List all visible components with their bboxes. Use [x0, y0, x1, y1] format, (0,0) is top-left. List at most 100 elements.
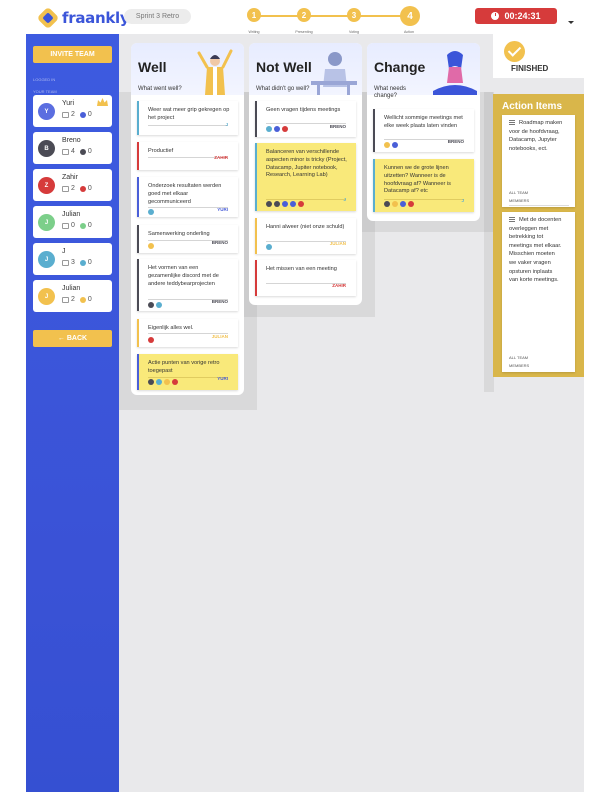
list-icon	[509, 217, 515, 222]
team-member-card[interactable]: Y Yuri 2 0	[33, 95, 112, 127]
vote-dot-icon	[392, 142, 398, 148]
vote-count: 0	[87, 296, 92, 303]
retro-card[interactable]: Het vormen van een gezamenlijke discord …	[137, 259, 238, 311]
timer-button[interactable]: 00:24:31	[475, 8, 557, 24]
vote-dots	[148, 302, 162, 308]
vote-dot-icon	[148, 243, 154, 249]
retro-card[interactable]: Productief ZAHIR	[137, 142, 238, 170]
note-count: 3	[71, 259, 75, 266]
retro-card[interactable]: Geen vragen tijdens meetings BRENO	[255, 101, 356, 137]
vote-dots	[148, 209, 154, 215]
vote-dot-icon	[290, 201, 296, 207]
action-item-assignees: ALL TEAM MEMBERS	[509, 355, 530, 368]
member-name: Julian	[62, 285, 81, 292]
card-author: YURI	[217, 207, 228, 212]
vote-dots	[148, 337, 154, 343]
avatar: Z	[38, 177, 55, 194]
stepper-line	[254, 15, 414, 17]
card-text: Eigenlijk alles wel.	[148, 325, 194, 331]
vote-dots	[266, 201, 304, 207]
team-member-card[interactable]: B Breno 4 0	[33, 132, 112, 164]
card-author: ZAHIR	[214, 155, 228, 160]
team-member-card[interactable]: J Julian 0 0	[33, 206, 112, 238]
action-item-card[interactable]: Met de docenten overleggen met betrekkin…	[502, 212, 575, 372]
meditating-person-illustration	[433, 51, 477, 95]
retro-card[interactable]: Actie punten van vorige retro toegepast …	[137, 354, 238, 390]
member-name: Yuri	[62, 100, 75, 107]
chevron-down-icon[interactable]	[568, 21, 574, 24]
vote-count: 0	[87, 259, 92, 266]
column-well: Well What went well? Weer wat meer grip …	[131, 43, 244, 395]
retro-card[interactable]: Samenwerking onderling BRENO	[137, 225, 238, 253]
action-item-card[interactable]: Roadmap maken voor de hoofdvraag, Dataca…	[502, 115, 575, 207]
vote-dot-icon	[266, 244, 272, 250]
card-author: YURI	[217, 376, 228, 381]
note-count: 4	[71, 148, 75, 155]
member-name: Julian	[62, 211, 81, 218]
column-subtitle: What didn't go well?	[256, 86, 310, 92]
back-button[interactable]: ← BACK	[33, 330, 112, 347]
step-voting[interactable]: 3 Voting	[345, 6, 363, 34]
card-author: J	[461, 198, 464, 203]
vote-count: 0	[87, 111, 92, 118]
vote-dot-icon	[266, 126, 272, 132]
card-text: Kunnen we de grote lijnen uitzetten? Wan…	[384, 165, 451, 195]
member-name: Zahir	[62, 174, 78, 181]
celebrating-person-illustration	[197, 49, 233, 95]
card-text: Onderzoek resultaten werden goed met elk…	[148, 183, 222, 205]
vote-dot-icon	[164, 379, 170, 385]
retro-card[interactable]: Balanceren van verschillende aspecten mi…	[255, 143, 356, 211]
app-logo[interactable]: fraankly	[36, 6, 130, 30]
vote-dot-icon	[148, 302, 154, 308]
card-divider	[384, 199, 464, 200]
team-member-card[interactable]: Z Zahir 2 0	[33, 169, 112, 201]
step-presenting[interactable]: 2 Presenting	[295, 6, 313, 34]
retro-card[interactable]: Weer wat meer grip gekregen op het proje…	[137, 101, 238, 135]
retro-card[interactable]: Het missen van een meeting ZAHIR	[255, 260, 356, 296]
vote-dot-icon	[79, 148, 86, 155]
vote-dot-icon	[282, 201, 288, 207]
invite-team-button[interactable]: INVITE TEAM	[33, 46, 112, 63]
vote-dots	[266, 126, 288, 132]
retro-card[interactable]: Kunnen we de grote lijnen uitzetten? Wan…	[373, 159, 474, 212]
card-author: ZAHIR	[332, 283, 346, 288]
vote-dot-icon	[79, 222, 86, 229]
column-not-well: Not Well What didn't go well? Geen vrage…	[249, 43, 362, 305]
vote-dot-icon	[79, 296, 86, 303]
vote-count: 0	[87, 185, 92, 192]
member-stats: 2 0	[62, 111, 92, 118]
retro-card[interactable]: Wellicht sommige meetings met elke week …	[373, 109, 474, 152]
your-team-label: YOUR TEAM	[33, 89, 57, 94]
step-number: 2	[297, 8, 311, 22]
member-stats: 4 0	[62, 148, 92, 155]
vote-dot-icon	[156, 379, 162, 385]
card-divider	[148, 207, 228, 208]
card-text: Wellicht sommige meetings met elke week …	[384, 115, 463, 129]
logo-icon	[36, 6, 60, 30]
retro-card[interactable]: Hanni alweer (niet onze schuld) JULIAN	[255, 218, 356, 254]
member-stats: 3 0	[62, 259, 92, 266]
member-stats: 2 0	[62, 296, 92, 303]
column-subtitle: What went well?	[138, 86, 182, 92]
step-action[interactable]: 4 Action	[400, 6, 420, 34]
retro-card[interactable]: Onderzoek resultaten werden goed met elk…	[137, 177, 238, 217]
vote-dot-icon	[156, 302, 162, 308]
member-name: Breno	[62, 137, 81, 144]
retro-card[interactable]: Eigenlijk alles wel. JULIAN	[137, 319, 238, 347]
action-item-assignees: ALL TEAM MEMBERS	[509, 190, 530, 203]
finished-label: FINISHED	[511, 64, 549, 73]
vote-dot-icon	[172, 379, 178, 385]
step-writing[interactable]: 1 Writing	[245, 6, 263, 34]
vote-dot-icon	[79, 185, 86, 192]
finished-button[interactable]: FINISHED	[493, 34, 584, 78]
team-member-card[interactable]: J J 3 0	[33, 243, 112, 275]
card-author: BRENO	[211, 299, 228, 304]
card-divider	[266, 199, 346, 200]
timer-value: 00:24:31	[504, 11, 541, 21]
note-icon	[62, 259, 69, 266]
retro-name-badge[interactable]: Sprint 3 Retro	[124, 9, 191, 24]
column-title: Change	[374, 59, 426, 75]
team-member-card[interactable]: J Julian 2 0	[33, 280, 112, 312]
card-text: Het missen van een meeting	[266, 266, 337, 272]
crown-icon	[97, 98, 108, 106]
